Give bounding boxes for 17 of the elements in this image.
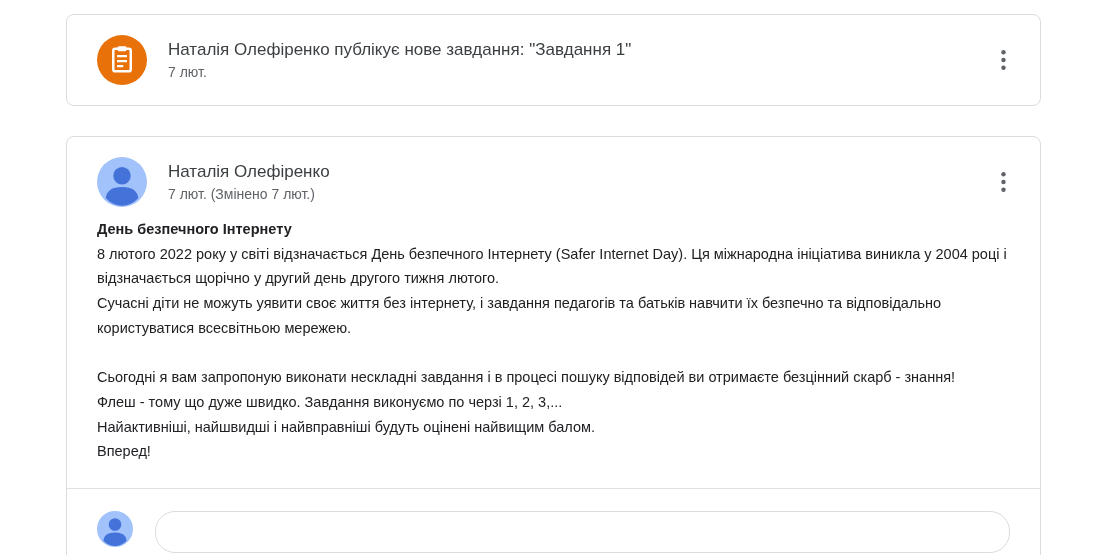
post-date: 7 лют. bbox=[168, 62, 208, 82]
post-heading: День безпечного Інтернету bbox=[97, 220, 293, 239]
post-paragraph: Вперед! bbox=[97, 442, 152, 462]
avatar-icon bbox=[97, 157, 147, 207]
avatar-icon bbox=[97, 511, 133, 547]
post-title[interactable]: Наталія Олефіренко публікує нове завдання: "Завдання 1" bbox=[168, 38, 991, 61]
post-date: 7 лют. (Змінено 7 лют.) bbox=[168, 184, 316, 204]
post-paragraph: 8 лютого 2022 року у світі відзначається День безпечного Інтернету (Safer Internet Day). Ця міжнародна ініціатива виникла у 2004 році і відзначається щорічно у другий день другого тижня лютого. bbox=[97, 244, 1008, 289]
assignment-icon bbox=[97, 35, 147, 85]
post-paragraph: Сучасні діти не можуть уявити своє життя без інтернету, і завдання педагогів та батьків навчити їх безпечно та відповідально користуватися всесвітньою мережею. bbox=[97, 294, 942, 338]
more-icon bbox=[1001, 172, 1006, 192]
post-paragraph: Сьогодні я вам запропоную виконати нескладні завдання і в процесі пошуку відповідей ви отримаєте безцінний скарб - знання! bbox=[97, 368, 957, 388]
author-name: Наталія Олефіренко bbox=[168, 160, 331, 183]
more-icon bbox=[1001, 50, 1006, 70]
comment-field[interactable] bbox=[155, 511, 1010, 553]
post-paragraph: Найактивніші, найшвидші і найвправніші будуть оцінені найвищим балом. bbox=[97, 417, 596, 437]
post-paragraph: Флеш - тому що дуже швидко. Завдання виконуємо по черзі 1, 2, 3,... bbox=[97, 392, 564, 412]
